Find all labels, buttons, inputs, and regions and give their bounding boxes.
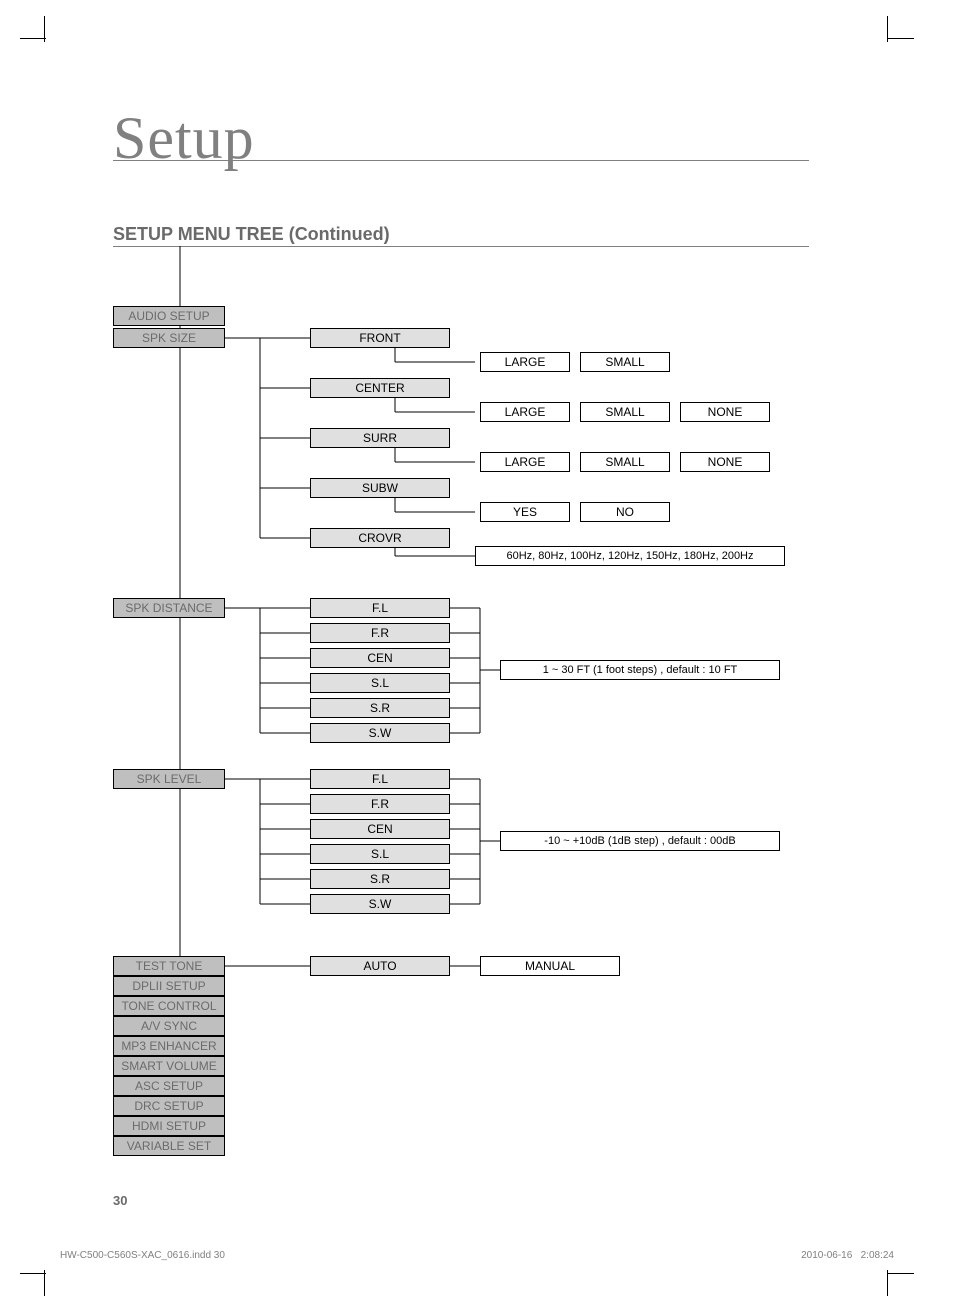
front-node: FRONT (310, 328, 450, 348)
lvl-range-node: -10 ~ +10dB (1dB step) , default : 00dB (500, 831, 780, 851)
smart-volume-node: SMART VOLUME (113, 1056, 225, 1076)
lvl-sw-node: S.W (310, 894, 450, 914)
crovr-options-node: 60Hz, 80Hz, 100Hz, 120Hz, 150Hz, 180Hz, … (475, 546, 785, 566)
mp3-enhancer-node: MP3 ENHANCER (113, 1036, 225, 1056)
surr-large-node: LARGE (480, 452, 570, 472)
hdmi-setup-node: HDMI SETUP (113, 1116, 225, 1136)
lvl-fr-node: F.R (310, 794, 450, 814)
front-small-node: SMALL (580, 352, 670, 372)
subw-no-node: NO (580, 502, 670, 522)
surr-small-node: SMALL (580, 452, 670, 472)
test-tone-node: TEST TONE (113, 956, 225, 976)
crovr-node: CROVR (310, 528, 450, 548)
dist-sl-node: S.L (310, 673, 450, 693)
test-auto-node: AUTO (310, 956, 450, 976)
page-number: 30 (113, 1193, 127, 1208)
lvl-cen-node: CEN (310, 819, 450, 839)
surr-none-node: NONE (680, 452, 770, 472)
audio-setup-node: AUDIO SETUP (113, 306, 225, 326)
av-sync-node: A/V SYNC (113, 1016, 225, 1036)
dist-cen-node: CEN (310, 648, 450, 668)
tone-control-node: TONE CONTROL (113, 996, 225, 1016)
section-heading: SETUP MENU TREE (Continued) (113, 224, 390, 245)
asc-setup-node: ASC SETUP (113, 1076, 225, 1096)
variable-set-node: VARIABLE SET (113, 1136, 225, 1156)
surr-node: SURR (310, 428, 450, 448)
drc-setup-node: DRC SETUP (113, 1096, 225, 1116)
spk-distance-node: SPK DISTANCE (113, 598, 225, 618)
center-small-node: SMALL (580, 402, 670, 422)
lvl-fl-node: F.L (310, 769, 450, 789)
footer-time: 2:08:24 (861, 1250, 894, 1261)
dist-fl-node: F.L (310, 598, 450, 618)
footer: HW-C500-C560S-XAC_0616.indd 30 2010-06-1… (60, 1250, 894, 1261)
dplii-setup-node: DPLII SETUP (113, 976, 225, 996)
dist-fr-node: F.R (310, 623, 450, 643)
dist-range-node: 1 ~ 30 FT (1 foot steps) , default : 10 … (500, 660, 780, 680)
footer-date: 2010-06-16 (801, 1250, 852, 1261)
dist-sw-node: S.W (310, 723, 450, 743)
center-node: CENTER (310, 378, 450, 398)
lvl-sr-node: S.R (310, 869, 450, 889)
front-large-node: LARGE (480, 352, 570, 372)
spk-size-node: SPK SIZE (113, 328, 225, 348)
test-manual-node: MANUAL (480, 956, 620, 976)
lvl-sl-node: S.L (310, 844, 450, 864)
center-large-node: LARGE (480, 402, 570, 422)
center-none-node: NONE (680, 402, 770, 422)
spk-level-node: SPK LEVEL (113, 769, 225, 789)
footer-file: HW-C500-C560S-XAC_0616.indd 30 (60, 1250, 225, 1261)
dist-sr-node: S.R (310, 698, 450, 718)
subw-yes-node: YES (480, 502, 570, 522)
subw-node: SUBW (310, 478, 450, 498)
page-title: Setup (113, 104, 255, 173)
